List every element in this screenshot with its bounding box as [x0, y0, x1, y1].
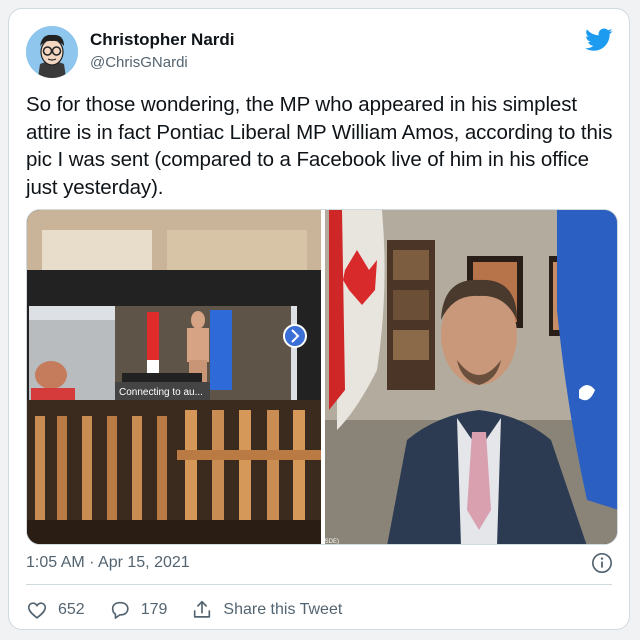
tweet-card: Christopher Nardi @ChrisGNardi So for th…: [8, 8, 630, 630]
author-avatar[interactable]: [26, 26, 78, 78]
twitter-bird-icon[interactable]: [585, 28, 613, 52]
like-count: 652: [58, 601, 85, 618]
tweet-media[interactable]: Connecting to au... ISDE): [26, 209, 618, 545]
reply-button[interactable]: 179: [109, 599, 168, 621]
share-label: Share this Tweet: [223, 601, 343, 618]
like-button[interactable]: 652: [26, 599, 85, 621]
share-icon: [194, 600, 211, 618]
author-handle[interactable]: @ChrisGNardi: [90, 54, 188, 71]
left-overlay-text: Connecting to au...: [119, 387, 203, 398]
heart-icon: [27, 602, 47, 619]
author-name[interactable]: Christopher Nardi: [90, 30, 235, 50]
info-icon[interactable]: [591, 552, 613, 574]
left-photo: [27, 210, 321, 544]
right-photo: [325, 210, 617, 544]
avatar-cartoon-icon: [26, 26, 78, 78]
tweet-timestamp[interactable]: 1:05 AM · Apr 15, 2021: [26, 554, 190, 572]
media-photos: Connecting to au... ISDE): [27, 210, 617, 545]
tweet-text: So for those wondering, the MP who appea…: [26, 93, 613, 199]
reply-count: 179: [140, 601, 168, 618]
share-button[interactable]: Share this Tweet: [191, 599, 342, 621]
reply-icon: [111, 601, 129, 619]
action-bar: 652 179 Share this Tweet: [26, 598, 366, 622]
right-corner-text: ISDE): [323, 539, 339, 545]
divider: [26, 584, 612, 585]
